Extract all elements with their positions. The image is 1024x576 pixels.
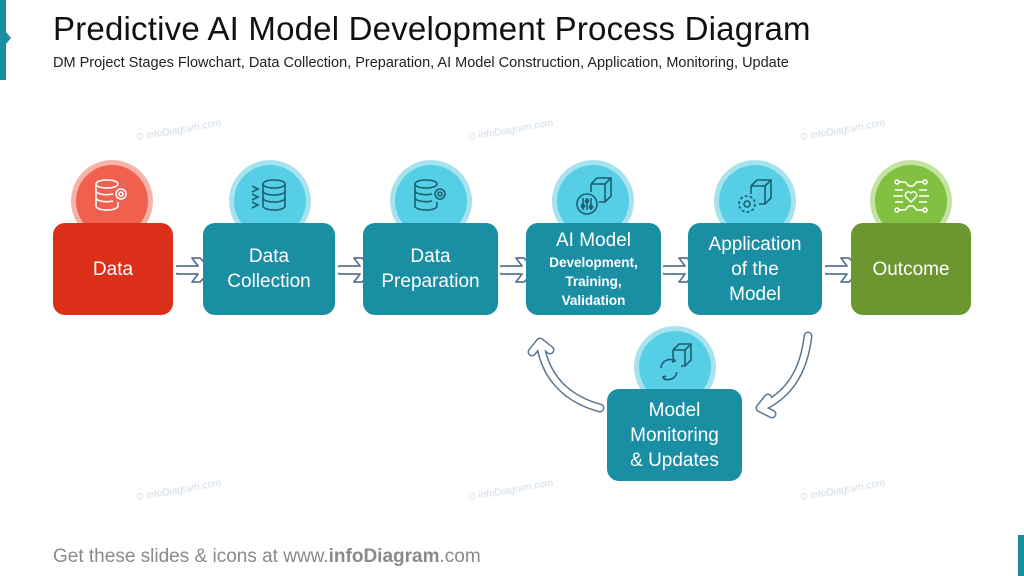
stage-label: Monitoring (630, 424, 719, 446)
stage-label: & Updates (630, 449, 719, 471)
stage-label: AI Model (556, 230, 631, 251)
stage-outcome: Outcome (851, 223, 971, 315)
watermark: © infoDiagram.com (467, 117, 555, 144)
stage-ai-model: AI Model Development, Training, Validati… (526, 223, 661, 315)
database-gear-icon (414, 179, 446, 211)
stage-label: Preparation (381, 271, 480, 292)
footer-prefix: Get these slides & icons at www. (53, 546, 329, 567)
cube-gear-icon (738, 179, 772, 213)
stage-data: Data (53, 223, 173, 315)
stage-label: Model (729, 283, 781, 305)
stage-label: Data (92, 258, 134, 280)
database-gear-icon (95, 179, 127, 211)
circuit-heart-icon (893, 179, 929, 213)
stage-sublabel: Development, (549, 255, 638, 270)
stage-label: Collection (227, 271, 311, 292)
watermark: © infoDiagram.com (799, 117, 887, 144)
page-title: Predictive AI Model Development Process … (53, 10, 811, 47)
stage-label: Application (708, 233, 802, 255)
stage-data-preparation: Data Preparation (363, 223, 498, 315)
watermark: © infoDiagram.com (135, 117, 223, 144)
watermark: © infoDiagram.com (467, 477, 555, 504)
footer-credit: Get these slides & icons at www.infoDiag… (53, 546, 481, 568)
stage-sublabel: Training, (565, 274, 622, 289)
stage-label: of the (731, 258, 779, 280)
stage-label: Data (248, 246, 290, 267)
curved-arrow-to-ai-model (527, 337, 605, 413)
page-subtitle: DM Project Stages Flowchart, Data Collec… (53, 55, 789, 71)
stage-label: Model (648, 399, 701, 421)
cube-sliders-icon (576, 177, 612, 215)
accent-bar-right (1018, 535, 1024, 576)
stage-sublabel: Validation (561, 293, 626, 308)
stage-label: Data (410, 246, 451, 267)
watermark: © infoDiagram.com (799, 477, 887, 504)
accent-notch (6, 32, 11, 44)
cube-refresh-icon (660, 343, 692, 381)
footer-suffix: .com (439, 546, 481, 567)
stage-label: Outcome (872, 258, 950, 280)
stage-monitoring: Model Monitoring & Updates (607, 389, 742, 481)
stage-application: Application of the Model (688, 223, 822, 315)
stage-data-collection: Data Collection (203, 223, 335, 315)
footer-brand[interactable]: infoDiagram (329, 546, 440, 567)
database-inflow-icon (251, 179, 286, 211)
curved-arrow-to-monitoring (755, 331, 813, 419)
watermark: © infoDiagram.com (135, 477, 223, 504)
